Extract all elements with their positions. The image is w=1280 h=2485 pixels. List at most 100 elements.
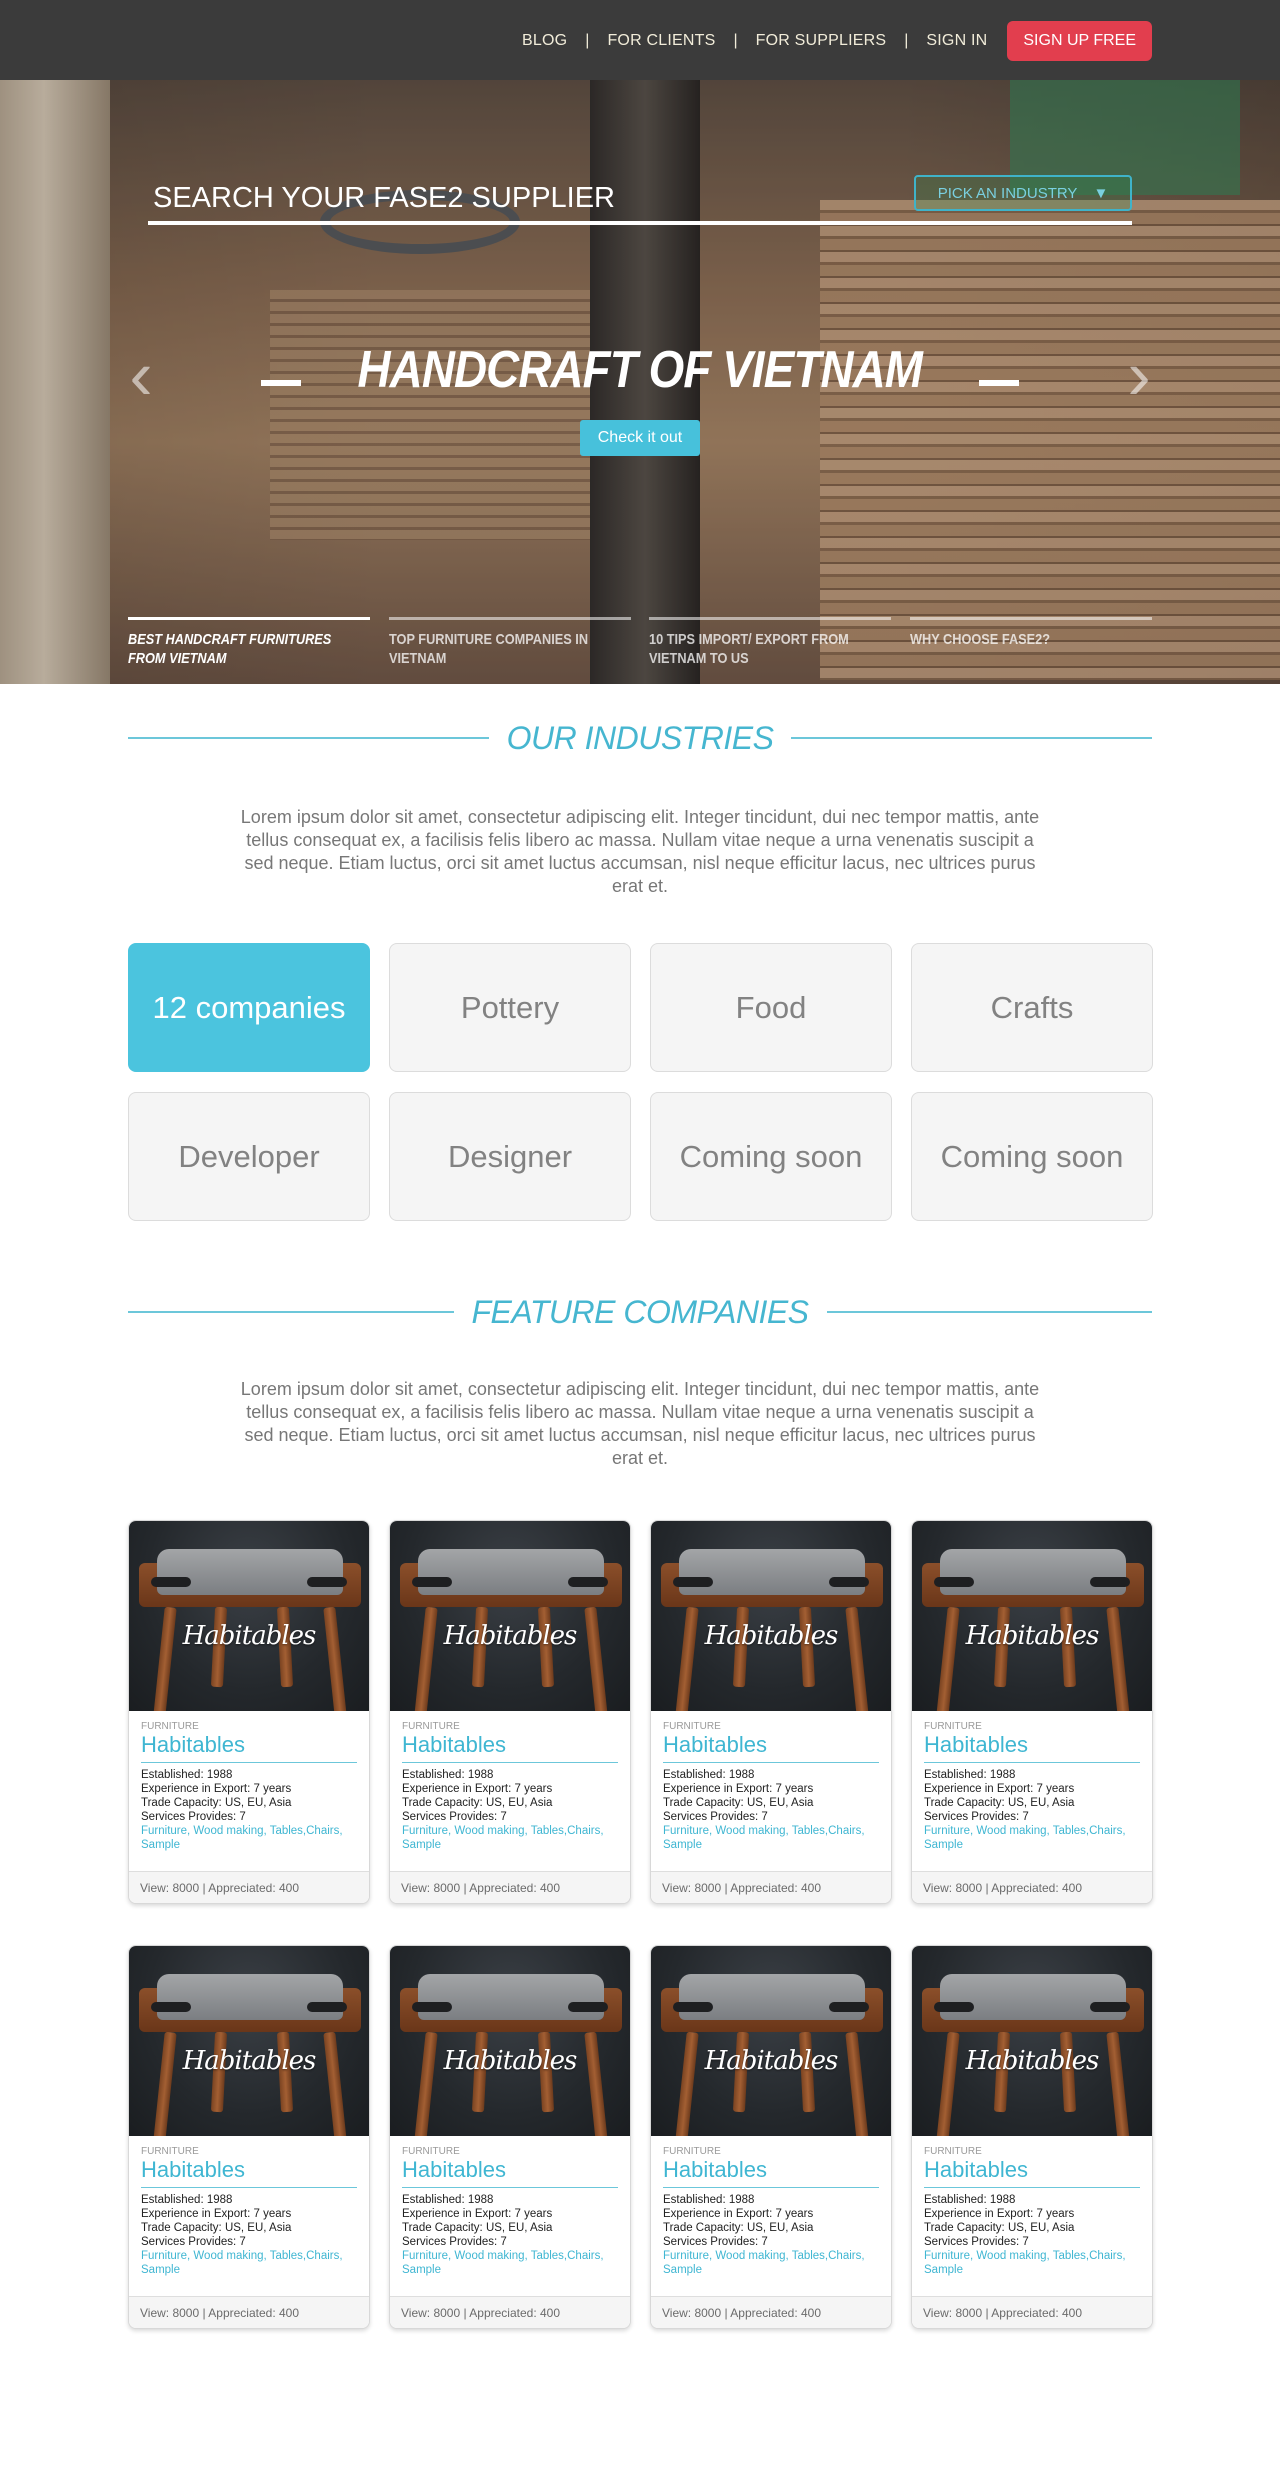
hero-title: HANDCRAFT OF VIETNAM [357,341,923,399]
industry-tile[interactable]: 12 companies [128,943,370,1072]
company-established: Established: 1988 [924,2194,1016,2206]
company-tags[interactable]: Furniture, Wood making, Tables,Chairs, S… [663,1824,879,1852]
company-tags[interactable]: Furniture, Wood making, Tables,Chairs, S… [663,2249,879,2277]
nav-separator: | [585,32,590,49]
company-card-image: Habitables [912,1946,1152,2136]
company-export-experience: Experience in Export: 7 years [402,1783,553,1795]
company-tags[interactable]: Furniture, Wood making, Tables,Chairs, S… [924,1824,1140,1852]
company-stats: View: 8000 | Appreciated: 400 [129,1871,369,1903]
industry-tile-pottery[interactable]: Pottery [389,943,631,1072]
company-card-body: FURNITURE Habitables Established: 1988 E… [390,2136,630,2296]
company-trade-capacity: Trade Capacity: US, EU, Asia [924,1797,1075,1809]
company-card[interactable]: Habitables FURNITURE Habitables Establis… [911,1945,1153,2329]
title-dash-left [261,379,302,386]
title-dash-right [978,379,1019,386]
company-card-image: Habitables [129,1946,369,2136]
company-card-body: FURNITURE Habitables Established: 1988 E… [390,1711,630,1871]
industry-tile-coming-soon[interactable]: Coming soon [650,1092,892,1221]
company-export-experience: Experience in Export: 7 years [663,2208,814,2220]
nav-link-for-clients[interactable]: FOR CLIENTS [607,32,715,50]
company-established: Established: 1988 [402,1769,494,1781]
check-it-out-button[interactable]: Check it out [580,420,700,456]
company-trade-capacity: Trade Capacity: US, EU, Asia [402,1797,553,1809]
slide-tab-why-fase2[interactable]: WHY CHOOSE FASE2? [909,617,1152,668]
company-trade-capacity: Trade Capacity: US, EU, Asia [141,2222,292,2234]
heading-rule [826,1311,1153,1313]
company-trade-capacity: Trade Capacity: US, EU, Asia [663,1797,814,1809]
company-card-body: FURNITURE Habitables Established: 1988 E… [129,1711,369,1871]
company-stats: View: 8000 | Appreciated: 400 [390,1871,630,1903]
company-card[interactable]: Habitables FURNITURE Habitables Establis… [650,1945,892,2329]
company-stats: View: 8000 | Appreciated: 400 [390,2296,630,2328]
company-card-image: Habitables [390,1946,630,2136]
features-title: FEATURE COMPANIES [471,1293,810,1330]
company-services: Services Provides: 7 [663,1811,768,1823]
company-export-experience: Experience in Export: 7 years [402,2208,553,2220]
industry-tile-crafts[interactable]: Crafts [911,943,1153,1072]
company-card[interactable]: Habitables FURNITURE Habitables Establis… [389,1520,631,1904]
company-card-body: FURNITURE Habitables Established: 1988 E… [912,1711,1152,1871]
company-card[interactable]: Habitables FURNITURE Habitables Establis… [911,1520,1153,1904]
company-name[interactable]: Habitables [141,1732,357,1763]
nav-link-for-suppliers[interactable]: FOR SUPPLIERS [756,32,887,50]
company-services: Services Provides: 7 [402,2236,507,2248]
company-tags[interactable]: Furniture, Wood making, Tables,Chairs, S… [141,1824,357,1852]
slide-tab-best-handcraft[interactable]: BEST HANDCRAFT FURNITURES FROM VIETNAM [128,617,370,668]
industries-heading: OUR INDUSTRIES [128,718,1153,758]
company-stats: View: 8000 | Appreciated: 400 [912,1871,1152,1903]
company-cards-row: Habitables FURNITURE Habitables Establis… [128,1520,1153,1904]
hero-title-block: HANDCRAFT OF VIETNAM [0,340,1280,400]
company-card[interactable]: Habitables FURNITURE Habitables Establis… [128,1945,370,2329]
company-services: Services Provides: 7 [402,1811,507,1823]
industry-tile-food[interactable]: Food [650,943,892,1072]
company-name[interactable]: Habitables [141,2157,357,2188]
industries-description: Lorem ipsum dolor sit amet, consectetur … [240,807,1040,896]
company-name[interactable]: Habitables [402,2157,618,2188]
chevron-down-icon: ▼ [1093,184,1109,202]
industry-tile-designer[interactable]: Designer [389,1092,631,1221]
company-tags[interactable]: Furniture, Wood making, Tables,Chairs, S… [141,2249,357,2277]
company-category: FURNITURE [663,2146,721,2157]
company-card[interactable]: Habitables FURNITURE Habitables Establis… [389,1945,631,2329]
company-export-experience: Experience in Export: 7 years [141,1783,292,1795]
company-category: FURNITURE [402,2146,460,2157]
company-card-image: Habitables [912,1521,1152,1711]
company-name[interactable]: Habitables [924,2157,1140,2188]
supplier-search-input[interactable] [153,179,853,217]
company-name[interactable]: Habitables [402,1732,618,1763]
company-stats: View: 8000 | Appreciated: 400 [129,2296,369,2328]
slide-tab-top-furniture[interactable]: TOP FURNITURE COMPANIES IN VIETNAM [388,617,631,668]
features-description: Lorem ipsum dolor sit amet, consectetur … [240,1379,1040,1468]
company-logo: Habitables [965,1621,1100,1651]
features-heading: FEATURE COMPANIES [128,1292,1153,1332]
nav-link-sign-in[interactable]: SIGN IN [926,32,987,50]
company-name[interactable]: Habitables [663,2157,879,2188]
company-name[interactable]: Habitables [924,1732,1140,1763]
company-card-body: FURNITURE Habitables Established: 1988 E… [651,1711,891,1871]
industry-dropdown[interactable]: PICK AN INDUSTRY ▼ [914,175,1132,211]
industry-tile-coming-soon[interactable]: Coming soon [911,1092,1153,1221]
company-services: Services Provides: 7 [924,2236,1029,2248]
company-card[interactable]: Habitables FURNITURE Habitables Establis… [650,1520,892,1904]
industry-dropdown-label: PICK AN INDUSTRY [937,184,1078,202]
company-card[interactable]: Habitables FURNITURE Habitables Establis… [128,1520,370,1904]
company-category: FURNITURE [924,2146,982,2157]
company-services: Services Provides: 7 [924,1811,1029,1823]
company-tags[interactable]: Furniture, Wood making, Tables,Chairs, S… [402,2249,618,2277]
industry-tile-developer[interactable]: Developer [128,1092,370,1221]
company-tags[interactable]: Furniture, Wood making, Tables,Chairs, S… [924,2249,1140,2277]
company-name[interactable]: Habitables [663,1732,879,1763]
company-stats: View: 8000 | Appreciated: 400 [651,2296,891,2328]
company-card-image: Habitables [390,1521,630,1711]
nav-separator: | [733,32,738,49]
nav-link-blog[interactable]: BLOG [522,32,567,50]
company-category: FURNITURE [663,1721,721,1732]
company-tags[interactable]: Furniture, Wood making, Tables,Chairs, S… [402,1824,618,1852]
sign-up-button[interactable]: SIGN UP FREE [1007,21,1152,61]
company-card-body: FURNITURE Habitables Established: 1988 E… [651,2136,891,2296]
company-card-body: FURNITURE Habitables Established: 1988 E… [912,2136,1152,2296]
slide-tab-import-export-tips[interactable]: 10 TIPS IMPORT/ EXPORT FROM VIETNAM TO U… [649,617,892,668]
company-logo: Habitables [182,2046,317,2076]
company-established: Established: 1988 [663,2194,755,2206]
company-established: Established: 1988 [663,1769,755,1781]
